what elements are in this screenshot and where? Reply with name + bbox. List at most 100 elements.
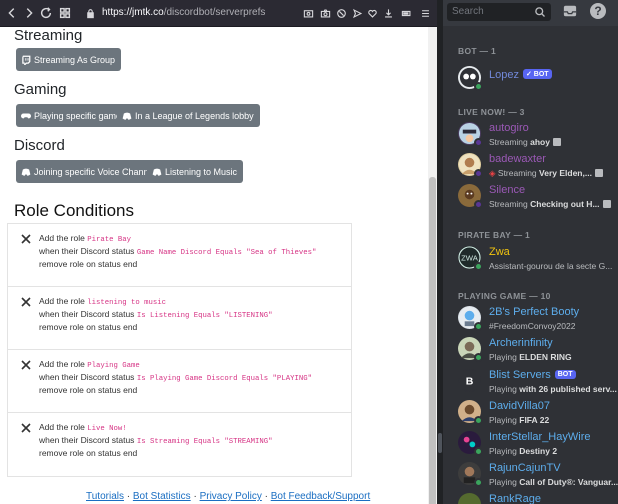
member-item[interactable]: Lopez ✓ BOT <box>458 66 618 96</box>
download-icon[interactable] <box>380 5 396 21</box>
member-item[interactable]: badewaxter ◈ Streaming Very Elden,... <box>458 153 618 183</box>
member-name: Zwa <box>489 246 510 258</box>
role-condition-card: Add the role listening to music when the… <box>8 287 351 350</box>
member-item[interactable]: InterStellar_HayWire Playing Destiny 2 <box>458 431 618 461</box>
condition-expression: Is Playing Game Discord Equals "PLAYING" <box>136 375 312 383</box>
avatar <box>458 493 481 504</box>
browser-toolbar: https://jmtk.co/discordbot/serverprefs <box>0 0 437 27</box>
when-status-line: when their Discord status Is Listening E… <box>39 309 273 320</box>
member-list: BOT — 1 Lopez ✓ BOT LIVE NOW! — 3 autogir… <box>443 26 618 504</box>
twitch-icon <box>20 54 31 65</box>
tutorials-link[interactable]: Tutorials <box>86 491 124 502</box>
back-button[interactable] <box>4 5 20 21</box>
close-icon <box>21 297 31 307</box>
close-icon <box>21 423 31 433</box>
when-status-line: when their Discord status Game Name Disc… <box>39 246 317 257</box>
tab-grid-button[interactable] <box>57 5 73 21</box>
status-indicator <box>474 416 483 425</box>
status-indicator <box>474 322 483 331</box>
remove-condition-button[interactable] <box>20 421 32 433</box>
member-activity: Assistant-gourou de la secte G... <box>489 261 613 271</box>
remove-role-text: remove role on status end <box>39 259 138 269</box>
status-indicator <box>474 353 483 362</box>
discord-search-input[interactable]: Search <box>447 3 551 21</box>
server-prefs-page: Streaming Streaming As Group Gaming Play… <box>0 27 428 504</box>
member-activity: #FreedomConvoy2022 <box>489 321 576 331</box>
lock-icon <box>82 5 98 21</box>
camera-icon[interactable] <box>317 5 333 21</box>
member-item[interactable]: ZWA Zwa Assistant-gourou de la secte G..… <box>458 246 618 276</box>
member-item[interactable]: 2B's Perfect Booty #FreedomConvoy2022 <box>458 306 618 336</box>
avatar <box>458 184 483 209</box>
member-item[interactable]: B Blist Servers BOT Playing with 26 publi… <box>458 369 618 399</box>
role-name: Pirate Bay <box>87 236 132 244</box>
discord-header: Search ? <box>443 0 618 26</box>
button-label: In a League of Legends lobby <box>135 110 254 121</box>
category-playing-game: PLAYING GAME — 10 <box>458 291 551 301</box>
when-status-line: when their Discord status Is Streaming E… <box>39 435 273 446</box>
bot-statistics-link[interactable]: Bot Statistics <box>133 491 191 502</box>
search-placeholder: Search <box>452 6 484 17</box>
inbox-icon[interactable] <box>563 4 577 18</box>
close-icon <box>21 360 31 370</box>
member-name: DavidVilla07 <box>489 400 550 412</box>
discord-icon <box>151 166 162 177</box>
member-activity: ◈ Streaming Very Elden,... <box>489 168 603 179</box>
category-pirate-bay: PIRATE BAY — 1 <box>458 230 531 240</box>
league-lobby-button[interactable]: In a League of Legends lobby <box>117 104 260 127</box>
streaming-as-group-button[interactable]: Streaming As Group <box>16 48 122 71</box>
member-name: Blist Servers BOT <box>489 369 576 381</box>
joining-voice-channel-button[interactable]: Joining specific Voice Channel <box>16 160 162 183</box>
screenshot-icon[interactable] <box>300 5 316 21</box>
footer-links: Tutorials · Bot Statistics · Privacy Pol… <box>86 491 371 502</box>
add-role-line: Add the role listening to music <box>39 296 167 307</box>
member-activity: Playing FIFA 22 <box>489 415 550 425</box>
member-name: Archerinfinity <box>489 337 553 349</box>
remove-condition-button[interactable] <box>20 232 32 244</box>
page-scrollbar[interactable] <box>428 27 437 504</box>
condition-expression: Is Listening Equals "LISTENING" <box>136 312 273 320</box>
address-bar[interactable]: https://jmtk.co/discordbot/serverprefs <box>102 7 265 18</box>
menu-icon[interactable] <box>417 5 433 21</box>
bot-badge: BOT <box>554 370 576 379</box>
avatar <box>458 462 483 487</box>
member-name: RajunCajunTV <box>489 462 561 474</box>
member-name: autogiro <box>489 122 529 134</box>
reload-icon <box>40 7 52 19</box>
block-icon[interactable] <box>333 5 349 21</box>
send-icon[interactable] <box>349 5 365 21</box>
avatar <box>458 122 483 147</box>
member-item[interactable]: RankRage <box>458 493 618 504</box>
divider-grip[interactable] <box>438 433 442 453</box>
role-name: listening to music <box>87 299 167 307</box>
bot-feedback-link[interactable]: Bot Feedback/Support <box>271 491 371 502</box>
member-item[interactable]: Silence Streaming Checking out H... <box>458 184 618 214</box>
button-label: Playing specific game <box>34 110 122 121</box>
listening-to-music-button[interactable]: Listening to Music <box>147 160 244 183</box>
member-activity: Playing Call of Duty®: Vanguar... <box>489 477 618 487</box>
role-conditions-list: Add the role Pirate Bay when their Disco… <box>7 223 352 477</box>
member-name: Lopez ✓ BOT <box>489 69 552 81</box>
member-name: 2B's Perfect Booty <box>489 306 580 318</box>
member-item[interactable]: RajunCajunTV Playing Call of Duty®: Vang… <box>458 462 618 492</box>
remove-condition-button[interactable] <box>20 295 32 307</box>
heart-icon[interactable] <box>364 5 380 21</box>
scrollbar-thumb[interactable] <box>429 177 436 504</box>
add-role-line: Add the role Pirate Bay <box>39 233 132 244</box>
help-icon[interactable]: ? <box>590 3 606 19</box>
button-label: Streaming As Group <box>34 54 116 65</box>
member-item[interactable]: DavidVilla07 Playing FIFA 22 <box>458 400 618 430</box>
condition-expression: Is Streaming Equals "STREAMING" <box>136 438 273 446</box>
remove-role-text: remove role on status end <box>39 385 138 395</box>
category-bot: BOT — 1 <box>458 46 496 56</box>
member-item[interactable]: Archerinfinity Playing ELDEN RING <box>458 337 618 367</box>
member-item[interactable]: autogiro Streaming ahoy <box>458 122 618 152</box>
privacy-policy-link[interactable]: Privacy Policy <box>200 491 262 502</box>
section-title-discord: Discord <box>14 137 65 154</box>
member-name: Silence <box>489 184 526 196</box>
playing-specific-game-button[interactable]: Playing specific game <box>16 104 128 127</box>
remove-condition-button[interactable] <box>20 358 32 370</box>
forward-button[interactable] <box>21 5 37 21</box>
reload-button[interactable] <box>38 5 54 21</box>
section-title-streaming: Streaming <box>14 27 83 44</box>
